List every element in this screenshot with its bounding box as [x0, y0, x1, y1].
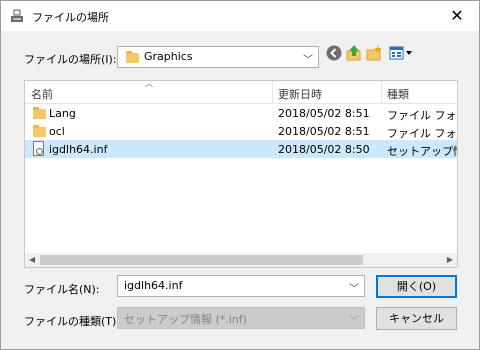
close-button[interactable]: ✕ — [435, 1, 479, 31]
view-menu-button[interactable] — [389, 44, 413, 62]
column-divider[interactable] — [381, 81, 382, 103]
new-folder-button[interactable] — [365, 44, 383, 62]
close-icon: ✕ — [450, 6, 464, 25]
location-label: ファイルの場所(I): — [24, 53, 117, 66]
filetype-select[interactable]: セットアップ情報 (*.inf) ﹀ — [117, 307, 365, 329]
file-type: セットアップ情報 — [387, 145, 457, 158]
chevron-down-icon: ﹀ — [349, 316, 359, 327]
scroll-left-icon[interactable]: ◀ — [29, 253, 35, 267]
window-title: ファイルの場所 — [32, 11, 109, 24]
file-name: ocl — [49, 125, 65, 138]
chevron-down-icon: ﹀ — [303, 55, 313, 66]
filename-input[interactable]: igdlh64.inf ﹀ — [117, 275, 365, 297]
list-header: ︿ 名前 更新日時 種類 — [25, 80, 457, 104]
column-header-date[interactable]: 更新日時 — [278, 86, 322, 102]
app-icon — [11, 9, 23, 22]
horizontal-scrollbar[interactable]: ◀ ▶ — [25, 253, 457, 267]
open-button[interactable]: 開く(O) — [376, 275, 457, 298]
filename-value: igdlh64.inf — [124, 279, 183, 292]
view-menu-icon — [389, 46, 412, 60]
folder-icon — [33, 107, 46, 119]
title-bar: ファイルの場所 ✕ — [1, 1, 479, 31]
back-button[interactable] — [325, 44, 343, 62]
filetype-value: セットアップ情報 (*.inf) — [124, 313, 247, 326]
scrollbar-thumb[interactable] — [40, 255, 363, 265]
setup-file-icon — [33, 141, 44, 156]
cancel-button[interactable]: キャンセル — [376, 307, 457, 330]
list-item-selected[interactable]: igdlh64.inf 2018/05/02 8:50 セットアップ情報 — [25, 140, 457, 158]
filename-label: ファイル名(N): — [24, 283, 100, 296]
location-value: Graphics — [144, 50, 193, 63]
column-divider[interactable] — [272, 81, 273, 103]
filetype-label: ファイルの種類(T): — [24, 315, 121, 328]
column-header-type[interactable]: 種類 — [387, 86, 409, 102]
file-type: ファイル フォルダー — [387, 127, 457, 140]
file-name: Lang — [49, 107, 76, 120]
back-icon — [326, 45, 342, 61]
list-item[interactable]: Lang 2018/05/02 8:51 ファイル フォルダー — [25, 104, 457, 122]
folder-icon — [126, 51, 139, 63]
file-date: 2018/05/02 8:51 — [278, 125, 370, 138]
file-dialog: ファイルの場所 ✕ ファイルの場所(I): Graphics ﹀ ︿ 名前 更新… — [0, 0, 480, 350]
chevron-down-icon[interactable]: ﹀ — [349, 280, 359, 295]
location-combobox[interactable]: Graphics ﹀ — [117, 46, 319, 68]
file-type: ファイル フォルダー — [387, 109, 457, 122]
list-item[interactable]: ocl 2018/05/02 8:51 ファイル フォルダー — [25, 122, 457, 140]
file-date: 2018/05/02 8:50 — [278, 143, 370, 156]
file-name: igdlh64.inf — [49, 143, 108, 156]
up-folder-icon — [346, 45, 361, 61]
folder-icon — [33, 125, 46, 137]
new-folder-icon — [366, 45, 382, 61]
up-folder-button[interactable] — [345, 44, 363, 62]
file-list[interactable]: ︿ 名前 更新日時 種類 Lang 2018/05/02 8:51 ファイル フ… — [24, 80, 458, 268]
scroll-right-icon[interactable]: ▶ — [447, 253, 453, 267]
sort-ascending-icon: ︿ — [145, 80, 153, 88]
file-date: 2018/05/02 8:51 — [278, 107, 370, 120]
column-header-name[interactable]: 名前 — [31, 86, 53, 102]
